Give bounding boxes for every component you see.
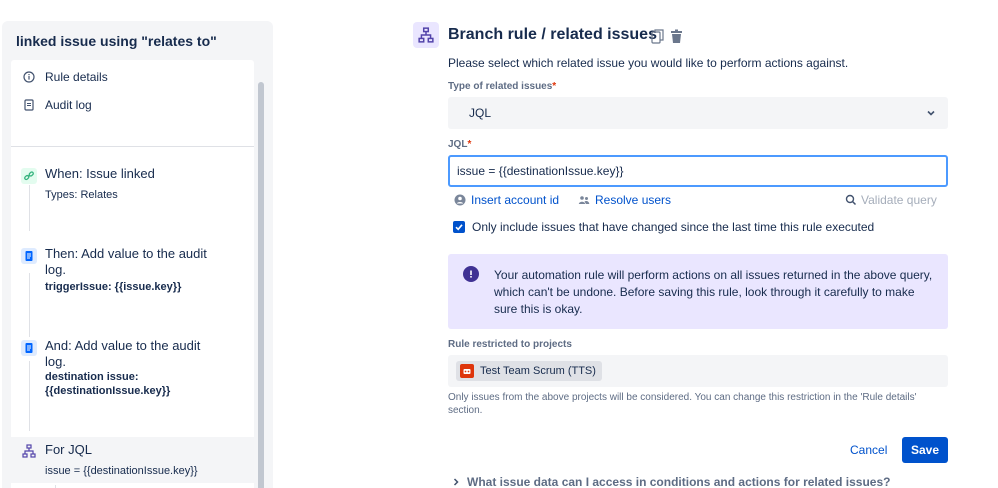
insert-account-id-button[interactable]: Insert account id (454, 193, 559, 207)
rule-details-label: Rule details (45, 70, 108, 84)
warning-text: Your automation rule will perform action… (494, 268, 933, 316)
resolve-users-label: Resolve users (595, 193, 672, 207)
type-label-text: Type of related issues (448, 81, 553, 92)
rule-steps-list: Rule details Audit log When: Issue linke… (11, 60, 254, 488)
step-detail: destination issue: {{destinationIssue.ke… (45, 371, 171, 397)
projects-help-text: Only issues from the above projects will… (448, 392, 917, 416)
type-field-label: Type of related issues* (448, 81, 556, 92)
project-tag-label: Test Team Scrum (TTS) (480, 365, 596, 377)
info-icon (23, 71, 35, 83)
chevron-right-icon (451, 477, 461, 487)
document-icon (21, 248, 37, 264)
project-tag[interactable]: Test Team Scrum (TTS) (456, 361, 602, 381)
resolve-users-button[interactable]: Resolve users (578, 193, 671, 207)
step-detail: triggerIssue: {{issue.key}} (45, 281, 182, 293)
step-detail: issue = {{destinationIssue.key}} (45, 465, 198, 477)
validate-query-button[interactable]: Validate query (845, 193, 937, 207)
audit-log-label: Audit log (45, 98, 92, 112)
audit-log-item[interactable]: Audit log (23, 96, 92, 114)
jql-field-label: JQL* (448, 139, 471, 150)
action-step[interactable]: And: Add value to the audit log. destina… (11, 336, 254, 400)
only-changed-issues-row[interactable]: Only include issues that have changed si… (453, 220, 874, 234)
exclamation-icon (463, 266, 479, 282)
jql-label-text: JQL (448, 139, 468, 150)
required-asterisk: * (552, 81, 557, 92)
document-icon (21, 340, 37, 356)
branch-icon (21, 443, 37, 459)
trigger-step[interactable]: When: Issue linked Types: Relates (11, 164, 254, 204)
sidebar-scrollbar[interactable] (258, 60, 266, 488)
step-title: For JQL (45, 442, 92, 457)
person-icon (454, 194, 466, 206)
faq-label: What issue data can I access in conditio… (467, 475, 891, 488)
save-button[interactable]: Save (902, 437, 948, 463)
instructions-text: Please select which related issue you wo… (448, 56, 849, 70)
related-issues-type-select[interactable]: JQL (448, 97, 948, 129)
project-avatar-icon (460, 364, 474, 378)
document-icon (23, 99, 35, 111)
cancel-button[interactable]: Cancel (842, 437, 895, 463)
link-icon (21, 168, 37, 184)
related-issues-faq-toggle[interactable]: What issue data can I access in conditio… (451, 475, 890, 488)
trash-icon[interactable] (669, 28, 683, 44)
select-value: JQL (469, 106, 492, 120)
step-title: Then: Add value to the audit log. (45, 246, 207, 277)
copy-icon[interactable] (650, 28, 664, 44)
step-title: When: Issue linked (45, 166, 155, 181)
chevron-down-icon (924, 106, 938, 120)
step-detail: Types: Relates (45, 189, 118, 201)
projects-field-label: Rule restricted to projects (448, 339, 572, 350)
warning-message: Your automation rule will perform action… (448, 254, 948, 329)
required-asterisk: * (467, 139, 472, 150)
action-step[interactable]: Then: Add value to the audit log. trigge… (11, 244, 254, 294)
component-title: Branch rule / related issues (448, 26, 657, 43)
restricted-projects-field[interactable]: Test Team Scrum (TTS) (448, 355, 948, 387)
rule-sidebar: linked issue using "relates to" Rule det… (2, 21, 273, 488)
rule-name-title: linked issue using "relates to" (16, 33, 217, 49)
jql-input[interactable] (448, 155, 948, 187)
step-title: And: Add value to the audit log. (45, 338, 201, 369)
rule-details-item[interactable]: Rule details (23, 68, 108, 86)
branch-icon (413, 22, 439, 48)
checkbox-label: Only include issues that have changed si… (472, 220, 875, 234)
sidebar-scrollbar-thumb[interactable] (258, 82, 264, 488)
search-icon (845, 194, 857, 206)
validate-query-label: Validate query (861, 193, 937, 207)
branch-step[interactable]: For JQL issue = {{destinationIssue.key}} (11, 437, 254, 483)
only-changed-issues-checkbox[interactable] (453, 221, 465, 233)
people-icon (578, 194, 590, 206)
sidebar-divider (11, 146, 254, 147)
insert-account-id-label: Insert account id (471, 193, 560, 207)
